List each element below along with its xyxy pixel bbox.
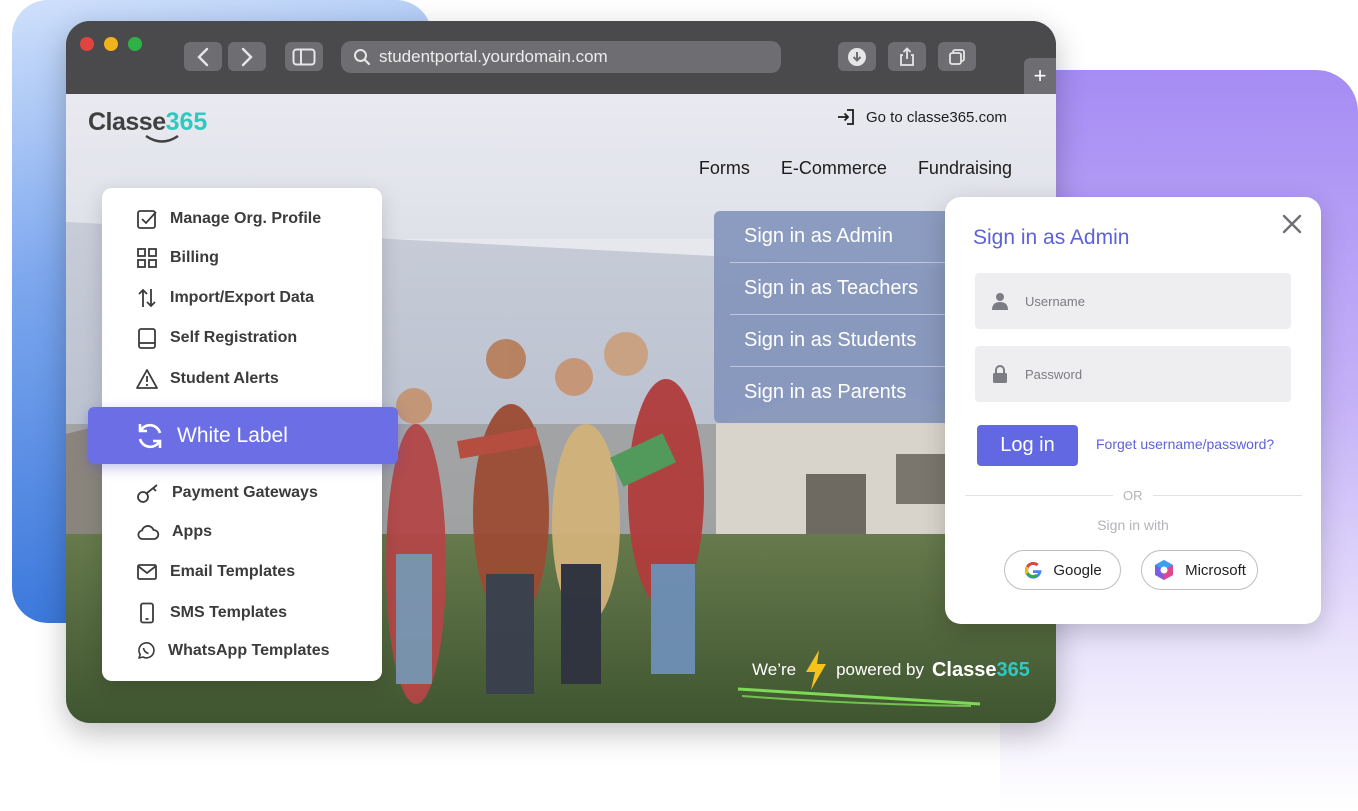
classe365-logo[interactable]: Classe365 (88, 108, 207, 143)
sign-in-with-label: Sign in with (1097, 517, 1169, 533)
share-button[interactable] (888, 42, 926, 71)
close-icon[interactable] (1281, 213, 1303, 235)
google-icon (1025, 562, 1042, 579)
new-tab-button[interactable]: + (1024, 58, 1056, 94)
sidebar-toggle-button[interactable] (285, 42, 323, 71)
sign-in-admin-item[interactable]: Sign in as Admin (730, 211, 950, 263)
checkbox-icon (137, 210, 157, 229)
menu-item-self-registration[interactable]: Self Registration (136, 327, 297, 349)
forgot-password-link[interactable]: Forget username/password? (1096, 436, 1274, 452)
microsoft-sign-in-button[interactable]: Microsoft (1141, 550, 1258, 590)
download-button[interactable] (838, 42, 876, 71)
lightning-icon (806, 650, 827, 690)
refresh-icon (138, 423, 162, 448)
user-icon (975, 292, 1025, 310)
chevron-left-icon (197, 47, 209, 66)
username-field[interactable]: Username (975, 273, 1291, 329)
main-nav: Forms E-Commerce Fundraising (699, 158, 1012, 179)
share-icon (900, 46, 914, 66)
menu-item-email-templates[interactable]: Email Templates (136, 561, 295, 583)
sign-in-role-menu: Sign in as Admin Sign in as Teachers Sig… (714, 211, 950, 423)
microsoft-icon (1155, 560, 1174, 580)
close-window-button[interactable] (80, 37, 94, 51)
warning-icon (136, 369, 158, 389)
login-button[interactable]: Log in (977, 425, 1078, 466)
menu-item-manage-org-profile[interactable]: Manage Org. Profile (136, 208, 321, 230)
whatsapp-icon (138, 642, 155, 659)
nav-fundraising[interactable]: Fundraising (918, 158, 1012, 179)
chevron-right-icon (241, 47, 253, 66)
nav-ecommerce[interactable]: E-Commerce (781, 158, 887, 179)
menu-item-import-export[interactable]: Import/Export Data (136, 287, 314, 309)
arrows-updown-icon (138, 288, 156, 308)
cloud-icon (137, 525, 160, 540)
menu-item-whatsapp-templates[interactable]: WhatsApp Templates (136, 641, 330, 661)
menu-item-white-label[interactable]: White Label (88, 407, 398, 464)
menu-item-student-alerts[interactable]: Student Alerts (136, 368, 279, 390)
google-sign-in-button[interactable]: Google (1004, 550, 1121, 590)
search-icon (353, 48, 371, 66)
menu-item-payment-gateways[interactable]: Payment Gateways (136, 482, 318, 504)
tabs-overview-button[interactable] (938, 42, 976, 71)
mail-icon (137, 564, 157, 580)
menu-item-billing[interactable]: Billing (136, 247, 219, 269)
sign-in-students-item[interactable]: Sign in as Students (730, 315, 950, 367)
powered-by-badge: We’re powered by Classe365 (752, 650, 1030, 690)
menu-item-sms-templates[interactable]: SMS Templates (136, 602, 287, 624)
browser-toolbar: studentportal.yourdomain.com + (66, 21, 1056, 94)
tabs-icon (949, 48, 965, 65)
menu-item-apps[interactable]: Apps (136, 521, 212, 543)
nav-forms[interactable]: Forms (699, 158, 750, 179)
password-field[interactable]: Password (975, 346, 1291, 402)
lock-icon (975, 364, 1025, 384)
url-text: studentportal.yourdomain.com (379, 47, 608, 66)
login-arrow-icon (838, 109, 854, 125)
sign-in-parents-item[interactable]: Sign in as Parents (730, 367, 950, 418)
download-icon (848, 47, 866, 66)
back-button[interactable] (184, 42, 222, 71)
forward-button[interactable] (228, 42, 266, 71)
grid-icon (137, 248, 157, 268)
logo-smile-icon (145, 134, 179, 143)
sign-in-card: Sign in as Admin Username Password Log i… (945, 197, 1321, 624)
sign-in-title: Sign in as Admin (973, 226, 1130, 249)
sign-in-teachers-item[interactable]: Sign in as Teachers (730, 263, 950, 315)
minimize-window-button[interactable] (104, 37, 118, 51)
goto-classe365-link[interactable]: Go to classe365.com (836, 107, 1007, 127)
maximize-window-button[interactable] (128, 37, 142, 51)
key-icon (137, 484, 158, 503)
book-icon (138, 328, 156, 349)
phone-icon (140, 602, 154, 624)
sidebar-icon (292, 48, 316, 65)
or-label: OR (1113, 488, 1153, 503)
address-bar[interactable]: studentportal.yourdomain.com (341, 41, 781, 73)
